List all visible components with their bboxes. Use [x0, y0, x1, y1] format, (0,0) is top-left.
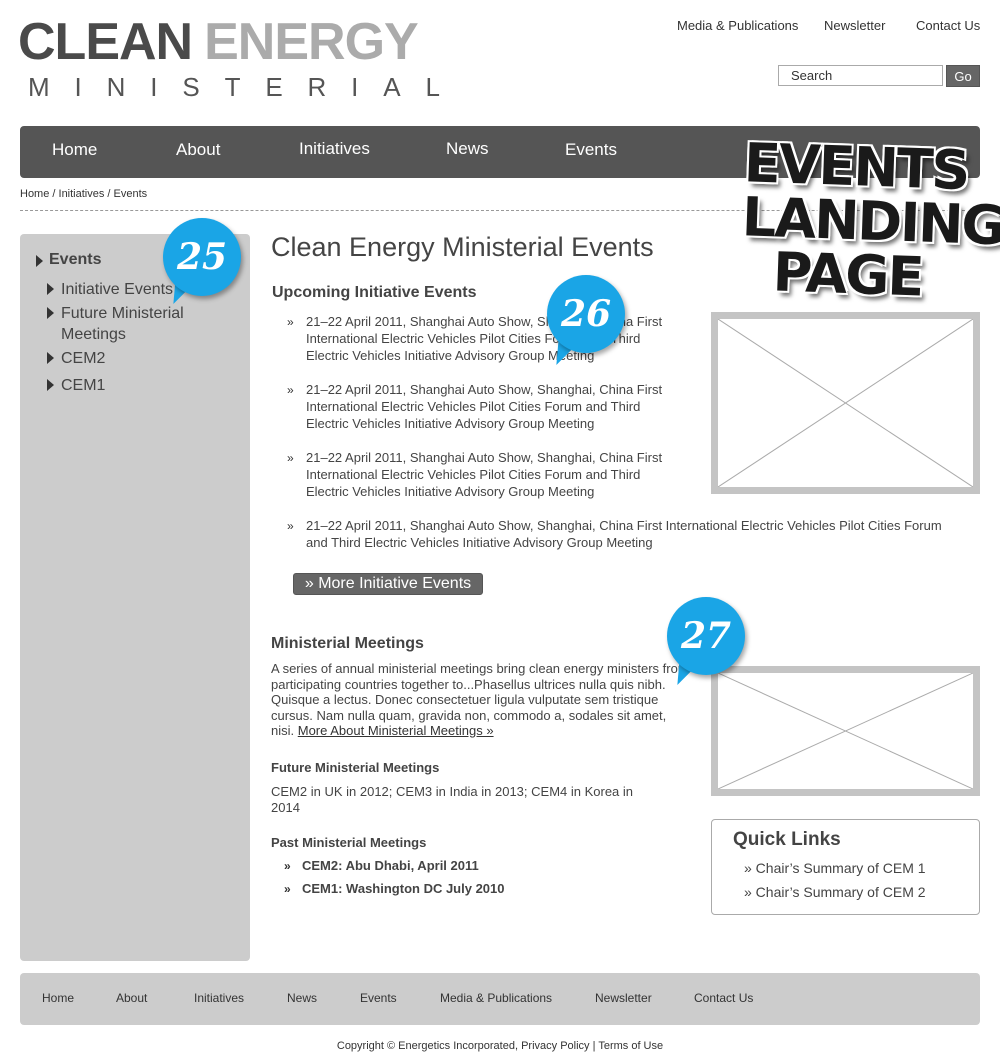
future-ministerial-heading: Future Ministerial Meetings [271, 760, 440, 775]
search-go-button[interactable]: Go [946, 65, 980, 87]
footer-link-events[interactable]: Events [360, 991, 397, 1005]
copyright: Copyright © Energetics Incorporated, Pri… [336, 1040, 664, 1052]
bullet-icon: » [287, 383, 294, 397]
sidebar-title[interactable]: Events [49, 251, 101, 269]
annotation-bubble-25: 25 [163, 218, 241, 296]
terms-of-use-link[interactable]: Terms of Use [598, 1040, 663, 1052]
bullet-icon: » [284, 859, 291, 873]
logo-word-clean: CLEAN [18, 13, 193, 71]
ministerial-meetings-heading: Ministerial Meetings [271, 635, 424, 652]
sidebar-item-initiative-events[interactable]: Initiative Events [61, 279, 173, 300]
nav-item-news[interactable]: News [446, 139, 489, 159]
past-ministerial-heading: Past Ministerial Meetings [271, 835, 427, 850]
nav-item-home[interactable]: Home [52, 140, 97, 160]
more-about-ministerial-link[interactable]: More About Ministerial Meetings » [298, 723, 494, 738]
logo-word-energy: ENERGY [204, 13, 419, 71]
triangle-right-icon [47, 307, 54, 319]
footer-link-contact[interactable]: Contact Us [694, 991, 753, 1005]
events-landing-page-stamp: EVENTS LANDING PAGE [740, 131, 1000, 309]
footer-link-about[interactable]: About [116, 991, 147, 1005]
util-link-media[interactable]: Media & Publications [677, 18, 798, 33]
footer-link-media[interactable]: Media & Publications [440, 991, 552, 1005]
annotation-bubble-27: 27 [667, 597, 745, 675]
more-initiative-events-button[interactable]: » More Initiative Events [293, 573, 483, 595]
image-placeholder-icon [718, 319, 973, 487]
event-item[interactable]: 21–22 April 2011, Shanghai Auto Show, Sh… [306, 517, 966, 551]
triangle-right-icon [47, 379, 54, 391]
footer-link-home[interactable]: Home [42, 991, 74, 1005]
breadcrumb[interactable]: Home / Initiatives / Events [20, 188, 147, 200]
bullet-icon: » [287, 451, 294, 465]
event-item[interactable]: 21–22 April 2011, Shanghai Auto Show, Sh… [306, 313, 686, 364]
footer-link-newsletter[interactable]: Newsletter [595, 991, 652, 1005]
event-item[interactable]: 21–22 April 2011, Shanghai Auto Show, Sh… [306, 449, 686, 500]
triangle-right-icon [47, 283, 54, 295]
ministerial-meetings-text: A series of annual ministerial meetings … [271, 661, 689, 738]
triangle-right-icon [36, 255, 43, 267]
annotation-bubble-26: 26 [547, 275, 625, 353]
sidebar-item-cem2[interactable]: CEM2 [61, 348, 105, 369]
past-meeting-item[interactable]: CEM2: Abu Dhabi, April 2011 [302, 858, 479, 873]
quick-link-item[interactable]: » Chair’s Summary of CEM 2 [744, 884, 926, 900]
logo-subtitle: MINISTERIAL [28, 72, 440, 102]
bullet-icon: » [287, 315, 294, 329]
quick-links-title: Quick Links [733, 829, 841, 850]
page-title: Clean Energy Ministerial Events [271, 232, 654, 262]
image-placeholder [711, 666, 980, 796]
sidebar-item-cem1[interactable]: CEM1 [61, 375, 105, 396]
past-meeting-item[interactable]: CEM1: Washington DC July 2010 [302, 881, 505, 896]
nav-item-about[interactable]: About [176, 140, 220, 160]
upcoming-events-heading: Upcoming Initiative Events [272, 284, 477, 301]
search-input[interactable] [778, 65, 943, 86]
site-logo[interactable]: CLEAN ENERGY [18, 13, 419, 71]
privacy-policy-link[interactable]: Privacy Policy [521, 1040, 589, 1052]
footer-link-initiatives[interactable]: Initiatives [194, 991, 244, 1005]
image-placeholder [711, 312, 980, 494]
footer-link-news[interactable]: News [287, 991, 317, 1005]
bullet-icon: » [284, 882, 291, 896]
nav-item-events[interactable]: Events [565, 140, 617, 160]
image-placeholder-icon [718, 673, 973, 789]
triangle-right-icon [47, 352, 54, 364]
nav-item-initiatives[interactable]: Initiatives [299, 139, 370, 159]
util-link-contact[interactable]: Contact Us [916, 18, 980, 33]
util-link-newsletter[interactable]: Newsletter [824, 18, 885, 33]
event-item[interactable]: 21–22 April 2011, Shanghai Auto Show, Sh… [306, 381, 686, 432]
sidebar-item-future-ministerial-meetings[interactable]: Future Ministerial Meetings [61, 303, 201, 345]
future-ministerial-text: CEM2 in UK in 2012; CEM3 in India in 201… [271, 784, 634, 815]
quick-link-item[interactable]: » Chair’s Summary of CEM 1 [744, 860, 926, 876]
bullet-icon: » [287, 519, 294, 533]
